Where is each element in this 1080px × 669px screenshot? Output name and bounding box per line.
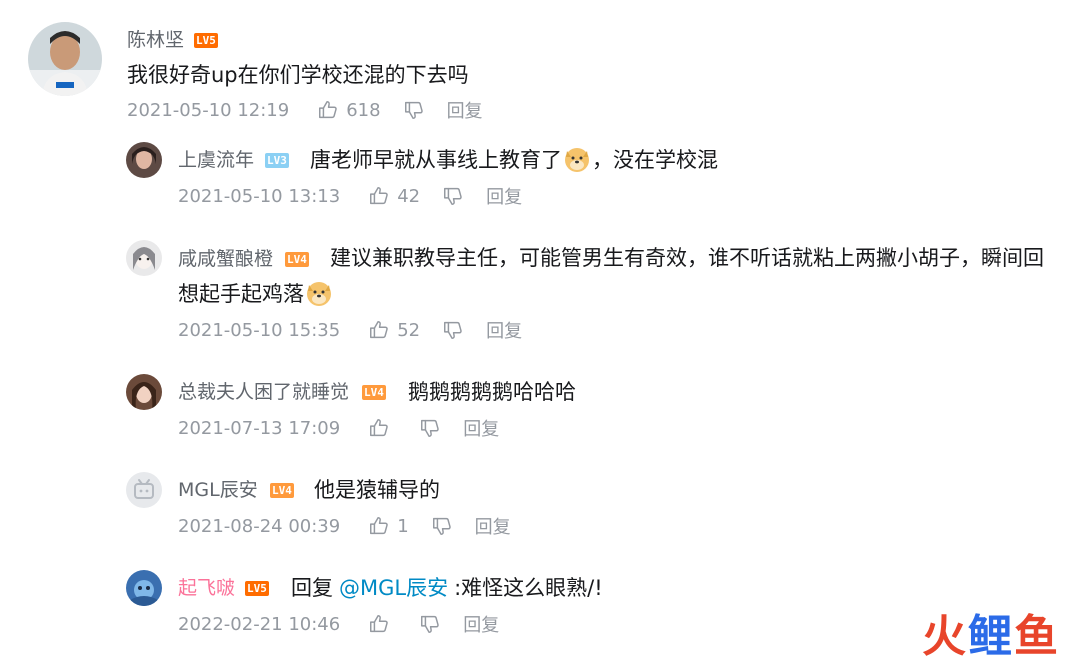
dislike-button[interactable]	[442, 185, 464, 207]
reply-button[interactable]: 回复	[447, 97, 483, 123]
reply-time: 2021-05-10 15:35	[178, 319, 341, 341]
thumbs-down-icon	[404, 101, 423, 119]
dislike-button[interactable]	[442, 319, 464, 341]
like-button[interactable]: 52	[368, 319, 420, 341]
avatar[interactable]	[28, 22, 102, 96]
watermark-char: 鲤	[968, 611, 1012, 662]
dislike-button[interactable]	[403, 99, 425, 121]
like-count: 42	[397, 185, 421, 207]
watermark-char: 鱼	[1014, 611, 1058, 662]
reply-username[interactable]: 上虞流年	[178, 148, 254, 172]
thumbs-down-icon	[421, 615, 439, 633]
mention-link[interactable]: @MGL辰安	[339, 576, 448, 600]
dislike-button[interactable]	[419, 613, 441, 635]
reply-text: :难怪这么眼熟/!	[454, 576, 603, 600]
dislike-button[interactable]	[419, 417, 441, 439]
reply-meta: 2021-07-13 17:09 回复	[178, 415, 499, 441]
reply-text: 唐老师早就从事线上教育了	[310, 148, 562, 172]
reply-button[interactable]: 回复	[486, 183, 522, 209]
comment-username[interactable]: 陈林坚	[127, 28, 184, 52]
reply-meta: 2021-05-10 13:13 42 回复	[178, 183, 522, 209]
thumbs-up-icon	[370, 419, 388, 437]
reply-button[interactable]: 回复	[463, 611, 499, 637]
level-badge: LV3	[265, 153, 289, 168]
thumbs-down-icon	[432, 517, 451, 535]
reply-time: 2022-02-21 10:46	[178, 613, 341, 635]
reply-username[interactable]: 总裁夫人困了就睡觉	[178, 380, 349, 404]
reply-time: 2021-05-10 13:13	[178, 185, 341, 207]
reply-text: ，没在学校混	[592, 148, 718, 172]
thumbs-down-icon	[444, 187, 462, 205]
thumbs-up-icon	[319, 101, 337, 119]
reply-button[interactable]: 回复	[463, 415, 499, 441]
reply-time: 2021-07-13 17:09	[178, 417, 341, 439]
reply-time: 2021-08-24 00:39	[178, 515, 341, 537]
level-badge: LV4	[362, 385, 386, 400]
like-button[interactable]: 1	[368, 515, 409, 537]
comment-time: 2021-05-10 12:19	[127, 99, 290, 121]
like-button[interactable]: 42	[368, 185, 420, 207]
doge-emoji-icon	[307, 282, 331, 306]
watermark-logo: 火 鲤 鱼	[922, 611, 1058, 663]
dislike-button[interactable]	[431, 515, 453, 537]
like-button[interactable]: 618	[317, 99, 381, 121]
avatar[interactable]	[126, 472, 162, 508]
reply-username[interactable]: MGL辰安	[178, 478, 258, 502]
like-count: 1	[397, 515, 409, 537]
reply-meta: 2022-02-21 10:46 回复	[178, 611, 499, 637]
reply-content: 鹅鹅鹅鹅鹅哈哈哈	[408, 380, 576, 404]
reply-meta: 2021-05-10 15:35 52 回复	[178, 317, 522, 343]
thumbs-up-icon	[370, 517, 388, 535]
like-button[interactable]	[368, 613, 397, 635]
level-badge: LV5	[245, 581, 269, 596]
reply-content: 唐老师早就从事线上教育了 ，没在学校混	[310, 142, 718, 178]
like-button[interactable]	[368, 417, 397, 439]
like-count: 52	[397, 319, 421, 341]
thumbs-up-icon	[370, 615, 388, 633]
thumbs-down-icon	[444, 321, 462, 339]
avatar[interactable]	[126, 240, 162, 276]
like-count: 618	[346, 99, 381, 121]
avatar[interactable]	[126, 374, 162, 410]
thumbs-up-icon	[370, 321, 388, 339]
avatar[interactable]	[126, 570, 162, 606]
reply-prefix: 回复	[291, 576, 333, 600]
reply-username[interactable]: 起飞啵	[178, 576, 235, 600]
reply-content: 回复 @MGL辰安:难怪这么眼熟/!	[291, 570, 603, 606]
watermark-char: 火	[922, 611, 966, 662]
comment-content: 我很好奇up在你们学校还混的下去吗	[127, 63, 469, 87]
reply-button[interactable]: 回复	[475, 513, 511, 539]
reply-button[interactable]: 回复	[486, 317, 522, 343]
reply-content: 他是猿辅导的	[314, 478, 440, 502]
reply-meta: 2021-08-24 00:39 1 回复	[178, 513, 511, 539]
avatar[interactable]	[126, 142, 162, 178]
reply-content: 建议兼职教导主任，可能管男生有奇效，谁不听话就粘上两撇小胡子，瞬间回想起手起鸡落	[178, 240, 1058, 312]
comment-meta: 2021-05-10 12:19 618 回复	[127, 97, 483, 123]
thumbs-up-icon	[370, 187, 388, 205]
level-badge: LV5	[194, 33, 218, 48]
doge-emoji-icon	[565, 148, 589, 172]
level-badge: LV4	[270, 483, 294, 498]
thumbs-down-icon	[421, 419, 439, 437]
